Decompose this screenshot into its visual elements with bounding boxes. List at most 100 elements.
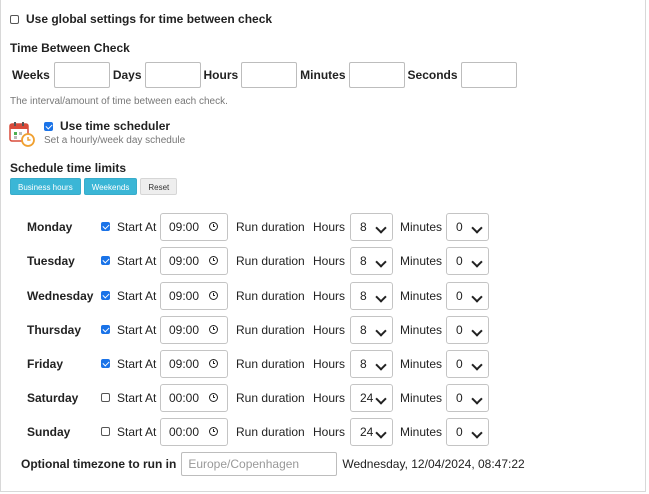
minutes-value: 0 [456, 220, 463, 234]
start-time-value: 09:00 [169, 289, 200, 303]
start-time-input[interactable]: 00:00 [160, 418, 228, 446]
time-between-title: Time Between Check [10, 41, 130, 55]
day-enabled-checkbox[interactable] [101, 325, 110, 334]
global-settings-checkbox[interactable] [10, 14, 19, 24]
day-name: Sunday [27, 425, 71, 439]
hours-value: 8 [360, 220, 367, 234]
weekends-button[interactable]: Weekends [83, 178, 138, 195]
day-name: Thursday [27, 323, 82, 337]
day-enabled-checkbox[interactable] [101, 222, 110, 231]
start-time-input[interactable]: 09:00 [160, 316, 228, 344]
run-duration-label: Run duration [236, 425, 305, 439]
chevron-down-icon [471, 291, 483, 303]
scheduler-checkbox[interactable] [44, 121, 53, 131]
weeks-label: Weeks [12, 68, 50, 82]
hours-select[interactable]: 8 [350, 282, 393, 310]
reset-button[interactable]: Reset [140, 178, 178, 195]
start-time-input[interactable]: 09:00 [160, 247, 228, 275]
scheduler-help: Set a hourly/week day schedule [44, 135, 186, 146]
day-enabled-checkbox[interactable] [101, 393, 110, 402]
start-at-label: Start At [117, 289, 157, 303]
time-between-help: The interval/amount of time between each… [10, 96, 228, 107]
minutes-value: 0 [456, 323, 463, 337]
clock-icon [209, 222, 218, 231]
minutes-select[interactable]: 0 [446, 384, 489, 412]
start-time-value: 00:00 [169, 391, 200, 405]
hours-input[interactable] [241, 62, 298, 88]
minutes-value: 0 [456, 254, 463, 268]
hours-select[interactable]: 24 [350, 384, 393, 412]
run-duration-label: Run duration [236, 357, 305, 371]
seconds-label: Seconds [407, 68, 458, 82]
hours-select[interactable]: 8 [350, 247, 393, 275]
minutes-input[interactable] [348, 62, 405, 88]
scheduler-row[interactable]: Use time scheduler [44, 119, 170, 133]
chevron-down-icon [375, 256, 387, 268]
timezone-input[interactable]: Europe/Copenhagen [181, 452, 338, 476]
minutes-select[interactable]: 0 [446, 316, 489, 344]
run-duration-label: Run duration [236, 323, 305, 337]
run-duration-label: Run duration [236, 289, 305, 303]
day-enabled-checkbox[interactable] [101, 359, 110, 368]
minutes-select[interactable]: 0 [446, 418, 489, 446]
start-at-label: Start At [117, 220, 157, 234]
minutes-value: 0 [456, 391, 463, 405]
clock-icon [209, 256, 218, 265]
timezone-row: Optional timezone to run in Europe/Copen… [21, 452, 525, 476]
hours-select[interactable]: 8 [350, 350, 393, 378]
clock-icon [209, 427, 218, 436]
start-time-input[interactable]: 09:00 [160, 282, 228, 310]
start-time-input[interactable]: 09:00 [160, 350, 228, 378]
seconds-input[interactable] [460, 62, 517, 88]
clock-icon [209, 291, 218, 300]
start-at-label: Start At [117, 323, 157, 337]
hours-label: Hours [203, 68, 239, 82]
start-time-value: 09:00 [169, 254, 200, 268]
hours-label: Hours [313, 425, 346, 439]
time-between-fields: Weeks Days Hours Minutes Seconds [12, 62, 517, 88]
hours-value: 24 [360, 391, 374, 405]
days-input[interactable] [144, 62, 201, 88]
scheduler-label: Use time scheduler [60, 119, 171, 133]
minutes-select[interactable]: 0 [446, 247, 489, 275]
hours-select[interactable]: 24 [350, 418, 393, 446]
hours-value: 8 [360, 289, 367, 303]
chevron-down-icon [471, 222, 483, 234]
start-time-value: 09:00 [169, 357, 200, 371]
day-enabled-checkbox[interactable] [101, 291, 110, 300]
day-enabled-checkbox[interactable] [101, 427, 110, 436]
start-time-value: 09:00 [169, 323, 200, 337]
hours-value: 24 [360, 425, 374, 439]
run-duration-label: Run duration [236, 254, 305, 268]
timezone-label: Optional timezone to run in [21, 457, 177, 471]
clock-icon [209, 325, 218, 334]
schedule-limits-title: Schedule time limits [10, 161, 127, 175]
start-time-input[interactable]: 00:00 [160, 384, 228, 412]
hours-select[interactable]: 8 [350, 213, 393, 241]
clock-icon [209, 359, 218, 368]
day-enabled-checkbox[interactable] [101, 256, 110, 265]
hours-label: Hours [313, 289, 346, 303]
day-name: Friday [27, 357, 64, 371]
business-hours-button[interactable]: Business hours [10, 178, 81, 195]
weeks-input[interactable] [53, 62, 110, 88]
start-at-label: Start At [117, 254, 157, 268]
minutes-label: Minutes [400, 323, 443, 337]
current-time: Wednesday, 12/04/2024, 08:47:22 [342, 457, 525, 471]
start-time-input[interactable]: 09:00 [160, 213, 228, 241]
chevron-down-icon [375, 325, 387, 337]
global-settings-row[interactable]: Use global settings for time between che… [10, 12, 272, 26]
minutes-label: Minutes [400, 254, 443, 268]
minutes-select[interactable]: 0 [446, 213, 489, 241]
hours-label: Hours [313, 254, 346, 268]
minutes-label: Minutes [400, 425, 443, 439]
hours-select[interactable]: 8 [350, 316, 393, 344]
minutes-select[interactable]: 0 [446, 350, 489, 378]
minutes-select[interactable]: 0 [446, 282, 489, 310]
day-name: Monday [27, 220, 73, 234]
minutes-label: Minutes [400, 220, 443, 234]
minutes-value: 0 [456, 357, 463, 371]
minutes-label: Minutes [400, 357, 443, 371]
chevron-down-icon [375, 222, 387, 234]
minutes-value: 0 [456, 425, 463, 439]
